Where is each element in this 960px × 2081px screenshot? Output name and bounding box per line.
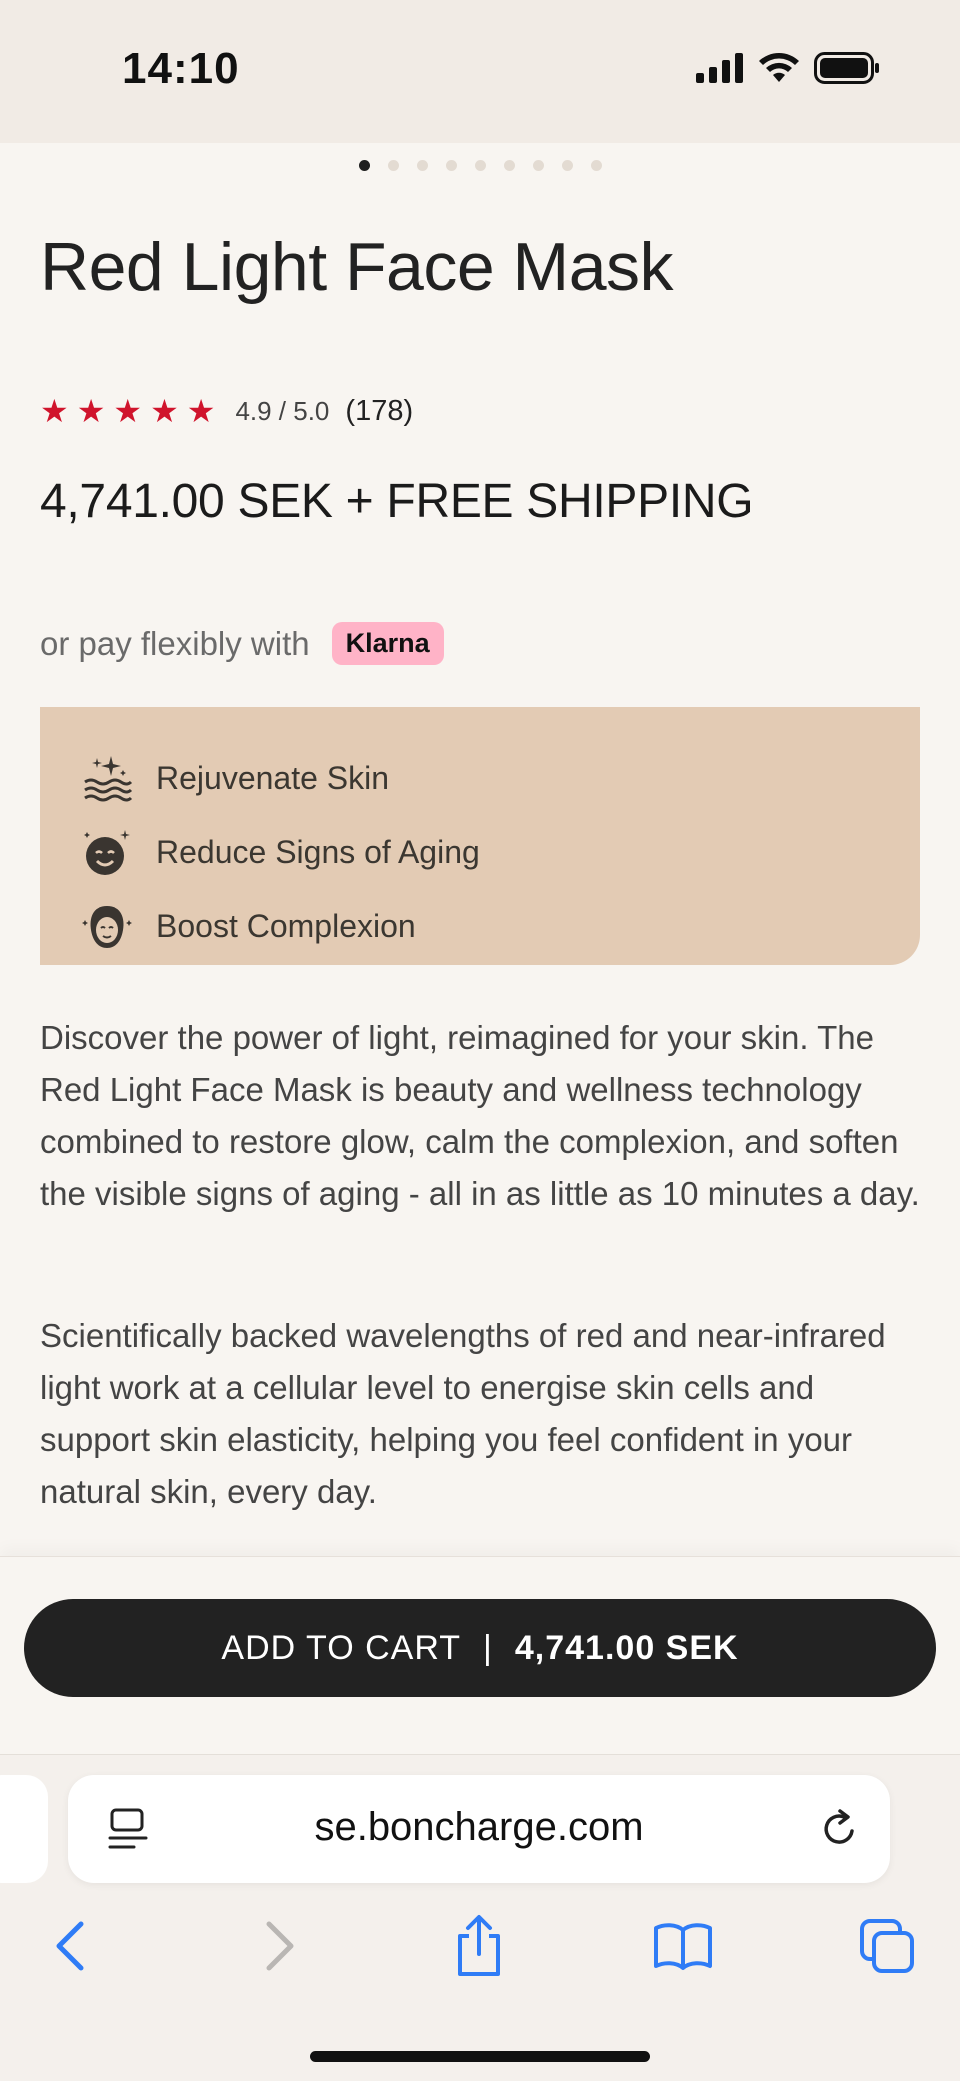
status-time: 14:10 — [122, 44, 240, 93]
benefits-panel: Rejuvenate Skin Reduce Signs of Aging Bo… — [40, 707, 920, 965]
rating-stars: ★ ★ ★ ★ ★ — [40, 394, 215, 428]
carousel-dot[interactable] — [590, 160, 602, 171]
klarna-payment-row[interactable]: or pay flexibly with Klarna — [40, 622, 444, 665]
pay-flexibly-text: or pay flexibly with — [40, 624, 310, 662]
browser-chrome: se.boncharge.com — [0, 1754, 960, 2081]
benefit-item: Boost Complexion — [80, 889, 920, 963]
product-rating[interactable]: ★ ★ ★ ★ ★ 4.9 / 5.0 (178) — [40, 394, 413, 428]
product-title: Red Light Face Mask — [40, 229, 674, 305]
sparkle-skin-icon — [80, 751, 134, 805]
benefit-item: Reduce Signs of Aging — [80, 815, 920, 889]
previous-tab-preview[interactable] — [0, 1775, 48, 1883]
bookmarks-icon[interactable] — [648, 1911, 718, 1981]
klarna-badge[interactable]: Klarna — [331, 622, 444, 665]
carousel-dots[interactable] — [0, 160, 960, 171]
benefit-label: Reduce Signs of Aging — [156, 833, 480, 870]
carousel-dot[interactable] — [445, 160, 457, 171]
add-to-cart-button[interactable]: ADD TO CART | 4,741.00 SEK — [24, 1599, 936, 1697]
description-paragraph: Discover the power of light, reimagined … — [40, 1019, 920, 1212]
cart-price: 4,741.00 SEK — [514, 1628, 739, 1667]
star-icon: ★ — [150, 393, 179, 429]
status-icons — [696, 52, 880, 89]
cellular-signal-icon — [696, 53, 744, 88]
wifi-icon — [758, 52, 800, 89]
status-bar: 14:10 — [0, 0, 960, 143]
benefit-label: Rejuvenate Skin — [156, 759, 390, 796]
carousel-dot[interactable] — [532, 160, 544, 171]
browser-toolbar — [0, 1905, 960, 2005]
tabs-icon[interactable] — [852, 1911, 922, 1981]
reload-icon[interactable] — [818, 1807, 862, 1856]
carousel-dot[interactable] — [387, 160, 399, 171]
add-to-cart-label: ADD TO CART — [221, 1628, 462, 1667]
star-icon: ★ — [186, 393, 216, 429]
carousel-dot[interactable] — [474, 160, 486, 171]
star-icon: ★ — [40, 393, 69, 429]
star-icon: ★ — [76, 393, 106, 429]
address-bar[interactable]: se.boncharge.com — [68, 1775, 890, 1883]
rating-value: 4.9 / 5.0 — [235, 395, 330, 426]
cart-separator: | — [483, 1628, 493, 1667]
carousel-dot[interactable] — [561, 160, 573, 171]
benefit-item: Rejuvenate Skin — [80, 741, 920, 815]
carousel-dot[interactable] — [416, 160, 428, 171]
forward-icon[interactable] — [244, 1911, 314, 1981]
battery-icon — [814, 52, 880, 89]
carousel-dot[interactable] — [358, 160, 370, 171]
sticky-cart-bar: ADD TO CART | 4,741.00 SEK — [0, 1556, 960, 1754]
url-text[interactable]: se.boncharge.com — [68, 1805, 890, 1850]
benefit-label: Boost Complexion — [156, 907, 416, 944]
home-indicator[interactable] — [310, 2051, 650, 2062]
carousel-dot[interactable] — [503, 160, 515, 171]
star-icon: ★ — [113, 393, 143, 429]
share-icon[interactable] — [444, 1911, 514, 1981]
back-icon[interactable] — [36, 1911, 106, 1981]
smiling-face-icon — [80, 825, 134, 879]
description-paragraph: Scientifically backed wavelengths of red… — [40, 1317, 886, 1510]
review-count[interactable]: (178) — [345, 395, 413, 428]
face-mask-icon — [80, 899, 134, 953]
product-price: 4,741.00 SEK + FREE SHIPPING — [40, 475, 754, 528]
